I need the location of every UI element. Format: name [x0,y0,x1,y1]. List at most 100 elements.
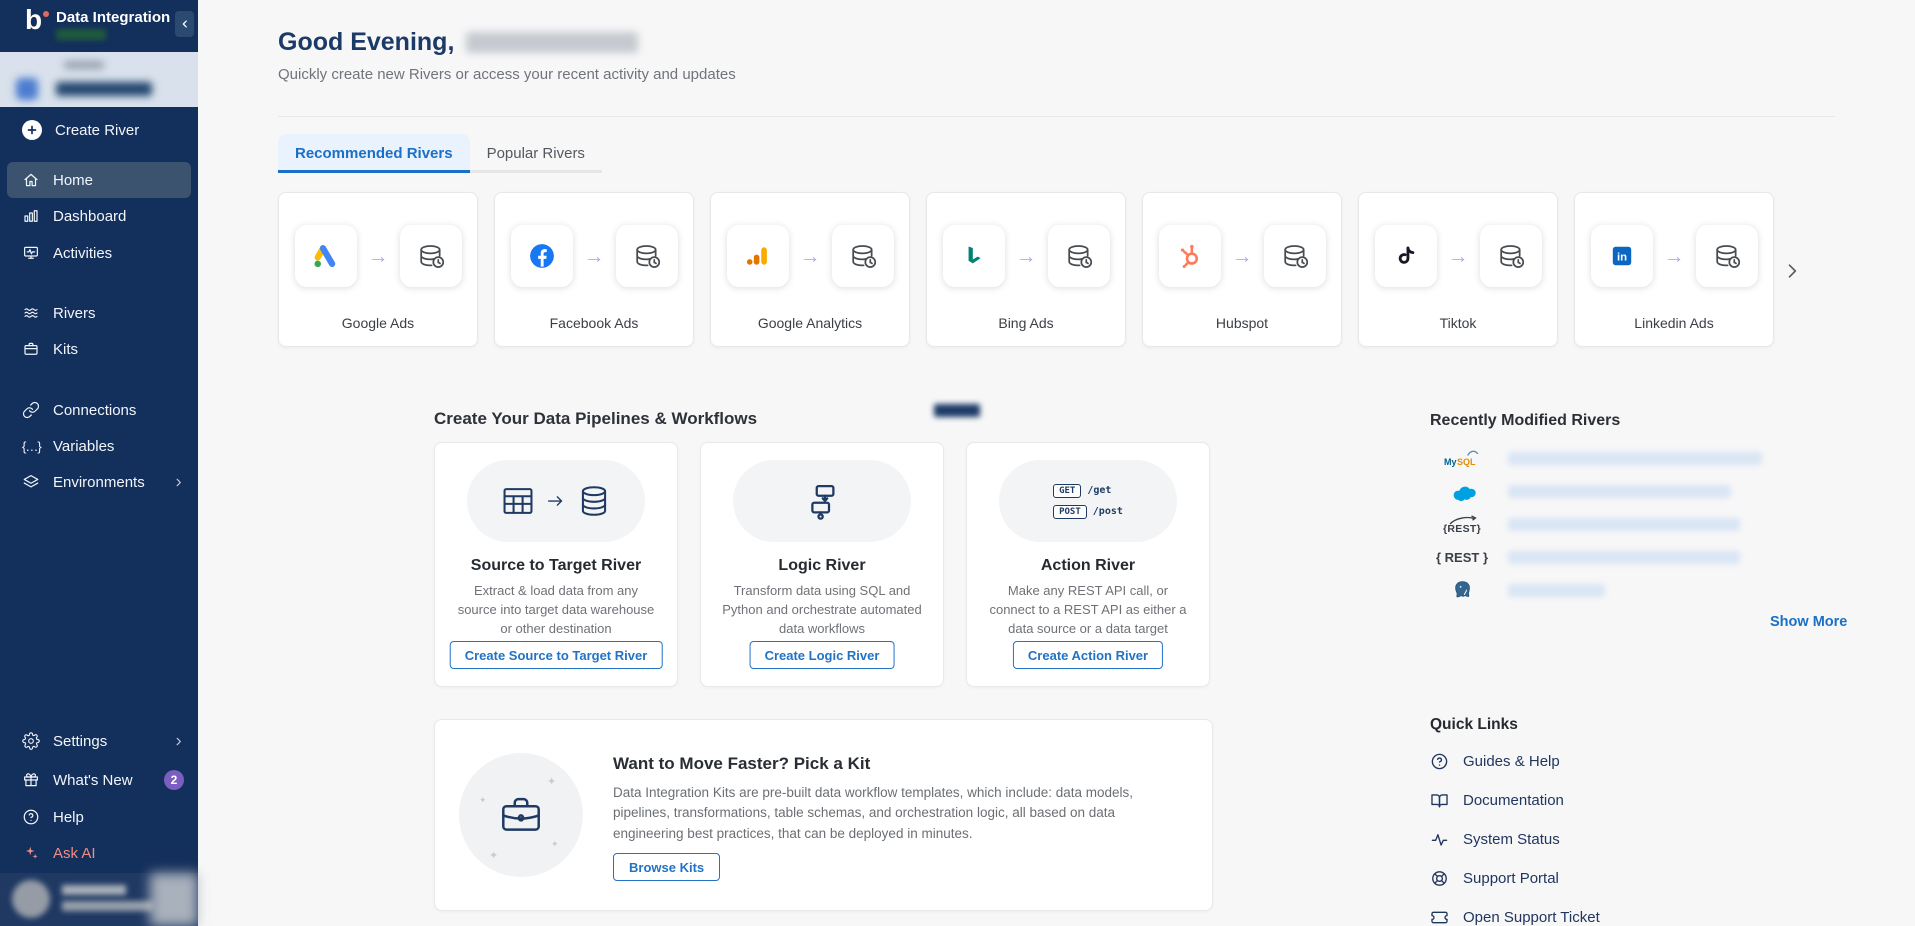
sidebar-item-variables[interactable]: {…} Variables [0,428,198,464]
pipeline-cards: Source to Target River Extract & load da… [434,442,1210,687]
redacted-river-link[interactable] [1508,584,1605,597]
avatar [12,880,50,918]
hubspot-icon [1158,225,1221,287]
connector-label: Facebook Ads [549,315,639,331]
sidebar-item-dashboard[interactable]: Dashboard [0,198,198,234]
arrow-right-icon: → [1015,244,1037,268]
connector-label: Google Analytics [757,315,863,331]
braces-icon: {…} [22,438,42,454]
rivers-tabs: Recommended Rivers Popular Rivers [278,134,602,173]
kit-title: Want to Move Faster? Pick a Kit [613,754,871,773]
target-database-icon [615,225,678,287]
connector-card-linkedin-ads[interactable]: in → Linkedin Ads [1574,192,1774,347]
pipelines-section-title: Create Your Data Pipelines & Workflows [434,409,758,428]
create-action-river-button[interactable]: Create Action River [1012,641,1164,669]
bar-chart-icon [24,210,38,222]
connector-card-hubspot[interactable]: → Hubspot [1142,192,1342,347]
get-chip: GET [1053,483,1082,498]
show-more-link[interactable]: Show More [1770,614,1847,630]
connector-card-bing-ads[interactable]: → Bing Ads [926,192,1126,347]
sidebar-item-label: Activities [53,244,113,262]
sidebar-item-settings[interactable]: Settings [0,723,198,759]
app-logo: b [25,4,50,36]
connector-label: Bing Ads [998,315,1054,331]
sidebar-item-rivers[interactable]: Rivers [0,295,198,331]
home-icon [24,173,38,187]
sidebar-item-activities[interactable]: Activities [0,235,198,271]
quick-link-open-support-ticket[interactable]: Open Support Ticket [1430,898,1600,926]
sidebar-item-help[interactable]: Help [0,799,198,835]
card-title: Logic River [778,557,866,574]
tab-recommended-rivers[interactable]: Recommended Rivers [278,134,470,173]
connector-card-tiktok[interactable]: → Tiktok [1358,192,1558,347]
page-subtitle: Quickly create new Rivers or access your… [278,66,736,83]
svg-text:in: in [1616,251,1626,263]
question-circle-icon [1431,753,1448,770]
browse-kits-button[interactable]: Browse Kits [613,853,721,881]
sidebar-item-environments[interactable]: Environments [0,464,198,500]
arrow-right-icon: → [799,244,821,268]
recent-river-row [1430,475,1850,508]
source-to-target-card: Source to Target River Extract & load da… [434,442,678,687]
book-open-icon [1431,794,1448,808]
sidebar-item-whats-new[interactable]: What's New 2 [0,762,198,798]
redacted-river-link[interactable] [1508,452,1762,465]
whats-new-count-badge: 2 [164,770,184,790]
arrow-right-icon: → [583,244,605,268]
sidebar-item-label: Connections [53,401,137,419]
chevron-right-icon [176,478,181,486]
quick-link-guides-help[interactable]: Guides & Help [1430,742,1600,781]
life-buoy-icon [1432,871,1447,886]
chevron-right-icon [176,737,181,745]
redacted-river-link[interactable] [1508,485,1731,498]
sidebar-item-home[interactable]: Home [7,162,191,198]
target-database-icon [831,225,894,287]
connector-card-facebook-ads[interactable]: → Facebook Ads [494,192,694,347]
layers-icon [23,475,39,488]
sidebar-item-create-river[interactable]: Create River [0,112,198,148]
sidebar-item-label: Variables [53,437,115,455]
workspace-switcher-redacted[interactable] [0,52,198,107]
monitor-pulse-icon [24,246,38,259]
redacted-user-name [466,32,639,53]
create-source-to-target-river-button[interactable]: Create Source to Target River [449,641,663,669]
post-path: /post [1092,506,1123,517]
user-profile-redacted[interactable] [0,873,198,926]
redacted-river-link[interactable] [1508,551,1740,564]
arrow-right-icon: → [367,244,389,268]
facebook-icon [510,225,573,287]
chevron-left-icon [182,20,187,28]
quick-link-support-portal[interactable]: Support Portal [1430,859,1600,898]
target-database-icon [1047,225,1110,287]
sparkle-icon: ✦ [547,776,557,788]
get-path: /get [1087,485,1112,496]
quick-link-label: Guides & Help [1463,753,1560,770]
google-analytics-icon [726,225,789,287]
target-database-icon [1263,225,1326,287]
tab-popular-rivers[interactable]: Popular Rivers [469,134,602,173]
connector-card-google-analytics[interactable]: → Google Analytics [710,192,910,347]
redacted-river-link[interactable] [1508,518,1740,531]
quick-link-label: Documentation [1463,792,1564,809]
create-logic-river-button[interactable]: Create Logic River [749,641,895,669]
activity-pulse-icon [1431,834,1448,846]
sidebar-item-ask-ai[interactable]: Ask AI [0,835,198,871]
waves-icon [24,308,38,318]
sidebar: b Data Integration Create River Home Das… [0,0,198,926]
connector-label: Tiktok [1439,315,1477,331]
google-ads-icon [294,225,357,287]
quick-link-system-status[interactable]: System Status [1430,820,1600,859]
sidebar-item-label: Rivers [53,304,96,322]
quick-link-documentation[interactable]: Documentation [1430,781,1600,820]
action-river-icon: GET /get POST /post [999,460,1177,542]
sidebar-item-kits[interactable]: Kits [0,331,198,367]
target-database-icon [1479,225,1542,287]
link-icon [22,401,40,419]
postgresql-icon [1430,579,1494,602]
connector-card-google-ads[interactable]: → Google Ads [278,192,478,347]
sidebar-collapse-button[interactable] [175,11,194,37]
carousel-next-button[interactable] [1782,256,1812,286]
chevron-right-icon [1788,264,1797,278]
rest-api-icon: { REST } [1435,550,1488,565]
sidebar-item-connections[interactable]: Connections [0,392,198,428]
